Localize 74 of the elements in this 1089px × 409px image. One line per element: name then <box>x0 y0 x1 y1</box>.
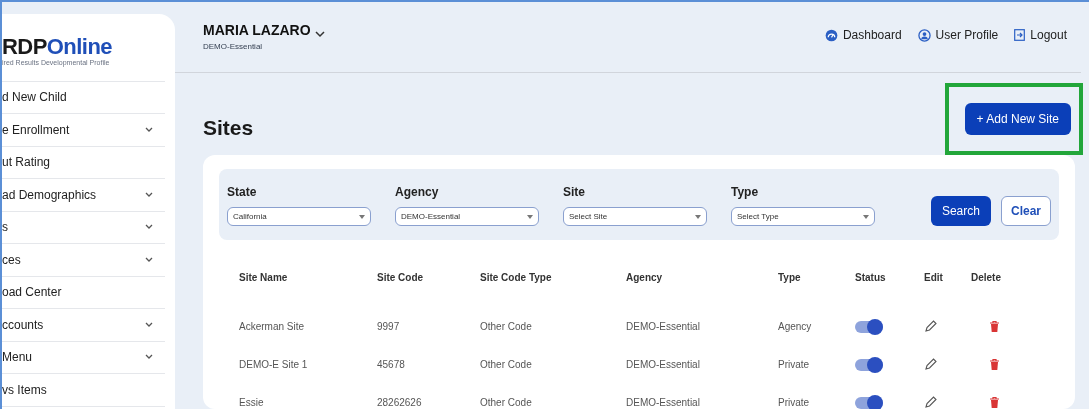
sidebar-item[interactable]: ad Demographics <box>2 179 165 212</box>
search-button[interactable]: Search <box>930 196 991 226</box>
column-header: Site Name <box>239 271 289 285</box>
caret-icon <box>863 214 869 219</box>
caret-icon <box>695 214 701 219</box>
column-header: Agency <box>626 271 664 285</box>
table-cell-text: DEMO-Essential <box>626 320 701 334</box>
chevron-down-icon[interactable] <box>145 191 153 198</box>
gauge-icon[interactable] <box>824 28 838 42</box>
table-cell-text: 45678 <box>377 358 406 372</box>
nav-link[interactable]: User Profile <box>935 26 999 44</box>
filter-label: Agency <box>395 184 440 201</box>
clear-button[interactable]: Clear <box>1000 196 1051 226</box>
trash-icon[interactable] <box>989 358 1000 371</box>
column-header: Edit <box>924 271 944 285</box>
column-header: Site Code Type <box>480 271 553 285</box>
nav-link[interactable]: Dashboard <box>842 26 902 44</box>
table-cell-text: Agency <box>778 320 813 334</box>
table-cell-text: Other Code <box>480 320 533 334</box>
trash-icon[interactable] <box>989 396 1000 409</box>
table-cell-text: Essie <box>239 396 265 409</box>
sidebar-item[interactable]: d New Child <box>2 81 165 114</box>
chevron-down-icon[interactable] <box>145 224 153 231</box>
logo: RDPOnline <box>2 36 113 58</box>
table-cell-text: DEMO-Essential <box>626 396 701 409</box>
column-header: Site Code <box>377 271 425 285</box>
column-header: Delete <box>971 271 1002 285</box>
table-cell-text: 9997 <box>377 320 401 334</box>
add-new-site-button[interactable]: + Add New Site <box>964 103 1071 135</box>
sidebar-item[interactable]: ces <box>2 244 165 277</box>
filter-label: State <box>227 184 258 201</box>
sidebar-item[interactable]: ccounts <box>2 309 165 342</box>
pencil-icon[interactable] <box>924 358 937 371</box>
dropdown-field[interactable]: Select Site <box>563 207 707 226</box>
table-cell-text: 28262626 <box>377 396 423 409</box>
dropdown-field[interactable]: Select Type <box>731 207 875 226</box>
column-header: Status <box>855 271 887 285</box>
table-cell-text: Ackerman Site <box>239 320 306 334</box>
sidebar-item[interactable]: s <box>2 211 165 244</box>
logout-icon[interactable] <box>1014 29 1026 41</box>
status-toggle[interactable] <box>855 358 883 371</box>
filter-label: Type <box>731 184 760 201</box>
sidebar-item[interactable]: Menu <box>2 341 165 374</box>
user-organization: DEMO-Essential <box>203 41 264 53</box>
filter-label: Site <box>563 184 586 201</box>
chevron-down-icon[interactable] <box>145 126 153 133</box>
page-title: Sites <box>203 115 254 142</box>
chevron-down-icon[interactable] <box>145 256 153 263</box>
chevron-down-icon[interactable] <box>145 354 153 361</box>
pencil-icon[interactable] <box>924 396 937 409</box>
dropdown-field[interactable]: DEMO-Essential <box>395 207 539 226</box>
column-header: Type <box>778 271 802 285</box>
table-cell-text: Private <box>778 358 811 372</box>
chevron-down-icon[interactable] <box>314 29 325 38</box>
trash-icon[interactable] <box>989 320 1000 333</box>
table-cell-text: DEMO-Essential <box>626 358 701 372</box>
pencil-icon[interactable] <box>924 320 937 333</box>
user-name[interactable]: MARIA LAZARO <box>203 20 311 41</box>
sidebar-item[interactable]: oad Center <box>2 276 165 309</box>
user-icon[interactable] <box>917 28 931 42</box>
table-cell-text: Other Code <box>480 358 533 372</box>
caret-icon <box>527 214 533 219</box>
caret-icon <box>359 214 365 219</box>
status-toggle[interactable] <box>855 320 883 333</box>
table-cell-text: DEMO-E Site 1 <box>239 358 309 372</box>
sidebar-item[interactable]: ut Rating <box>2 146 165 179</box>
table-cell-text: Private <box>778 396 811 409</box>
table-cell-text: Other Code <box>480 396 533 409</box>
nav-link[interactable]: Logout <box>1030 26 1067 44</box>
status-toggle[interactable] <box>855 396 883 409</box>
sidebar-item[interactable]: e Enrollment <box>2 114 165 147</box>
sidebar-item[interactable]: vs Items <box>2 374 165 407</box>
chevron-down-icon[interactable] <box>145 321 153 328</box>
dropdown-field[interactable]: California <box>227 207 371 226</box>
